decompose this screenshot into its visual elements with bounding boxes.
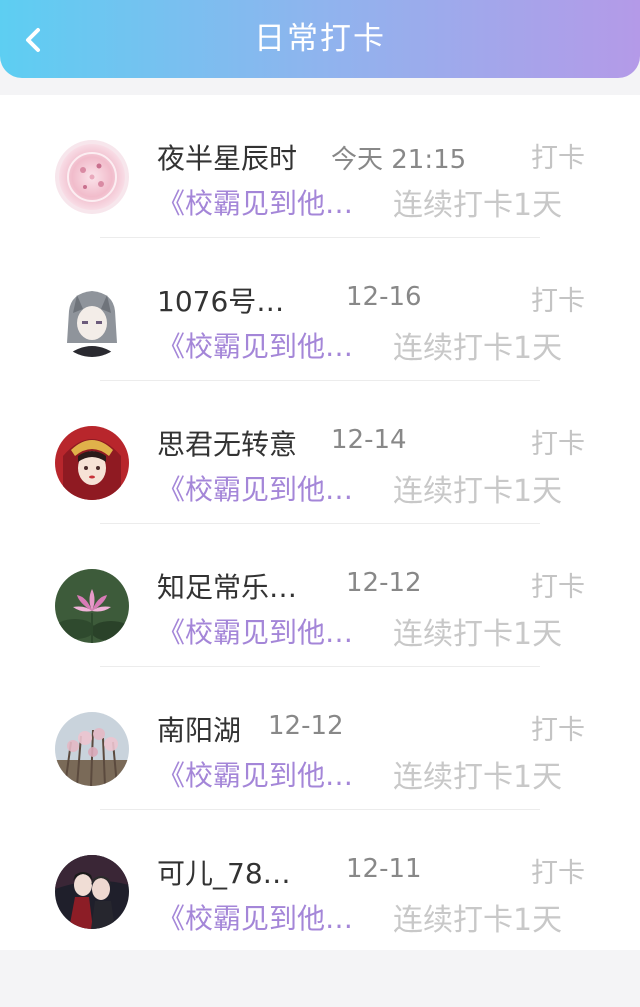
book-title-link[interactable]: 《校霸见到他… [157,754,353,794]
checkin-time: 12-16 [346,282,422,312]
streak-text: 连续打卡1天 [393,760,563,795]
list-item[interactable]: 思君无转意 12-14 打卡 《校霸见到他… 连续打卡1天 [0,381,640,524]
avatar[interactable] [55,569,129,643]
checkin-tag: 打卡 [531,286,585,317]
list-item[interactable]: 知足常乐… 12-12 打卡 《校霸见到他… 连续打卡1天 [0,524,640,667]
checkin-tag: 打卡 [531,858,585,889]
avatar[interactable] [55,712,129,786]
user-name: 1076号… [157,285,285,318]
list-item[interactable]: 夜半星辰时 今天 21:15 打卡 《校霸见到他… 连续打卡1天 [0,95,640,238]
streak-text: 连续打卡1天 [393,903,563,938]
checkin-tag: 打卡 [531,572,585,603]
checkin-list: 夜半星辰时 今天 21:15 打卡 《校霸见到他… 连续打卡1天 1076号… … [0,95,640,950]
streak-text: 连续打卡1天 [393,188,563,223]
streak-text: 连续打卡1天 [393,331,563,366]
checkin-time: 12-12 [268,711,344,741]
avatar[interactable] [55,855,129,929]
list-item[interactable]: 南阳湖 12-12 打卡 《校霸见到他… 连续打卡1天 [0,667,640,810]
book-title-link[interactable]: 《校霸见到他… [157,325,353,365]
list-item[interactable]: 1076号… 12-16 打卡 《校霸见到他… 连续打卡1天 [0,238,640,381]
book-title-link[interactable]: 《校霸见到他… [157,182,353,222]
checkin-tag: 打卡 [531,143,585,174]
checkin-time: 今天 21:15 [331,145,467,175]
streak-text: 连续打卡1天 [393,474,563,509]
checkin-time: 12-12 [346,568,422,598]
user-name: 可儿_78… [157,857,291,890]
avatar[interactable] [55,283,129,357]
checkin-time: 12-14 [331,425,407,455]
user-name: 知足常乐… [157,571,298,604]
streak-text: 连续打卡1天 [393,617,563,652]
user-name: 南阳湖 [157,714,242,747]
user-name: 思君无转意 [157,428,298,461]
list-item[interactable]: 可儿_78… 12-11 打卡 《校霸见到他… 连续打卡1天 [0,810,640,953]
header-bar: 日常打卡 [0,0,640,78]
checkin-tag: 打卡 [531,715,585,746]
book-title-link[interactable]: 《校霸见到他… [157,897,353,937]
avatar[interactable] [55,140,129,214]
avatar[interactable] [55,426,129,500]
page-title: 日常打卡 [254,21,386,57]
book-title-link[interactable]: 《校霸见到他… [157,611,353,651]
book-title-link[interactable]: 《校霸见到他… [157,468,353,508]
checkin-tag: 打卡 [531,429,585,460]
checkin-time: 12-11 [346,854,422,884]
user-name: 夜半星辰时 [157,142,298,175]
